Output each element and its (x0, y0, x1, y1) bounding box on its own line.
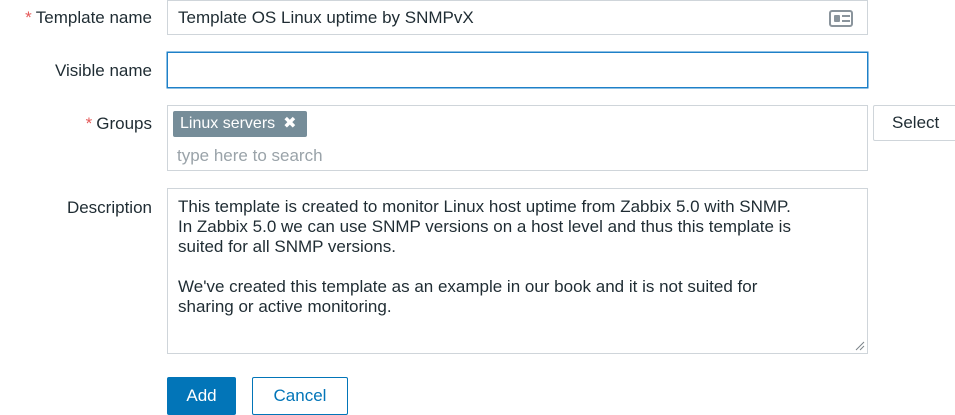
description-textarea[interactable]: This template is created to monitor Linu… (167, 188, 868, 354)
cancel-button[interactable]: Cancel (252, 377, 348, 415)
group-tag-linux-servers: Linux servers ✖ (173, 111, 307, 137)
visible-name-field[interactable] (167, 52, 868, 88)
description-label: Description (66, 198, 152, 217)
resize-grip-icon[interactable] (855, 341, 865, 351)
groups-label: * Groups (85, 114, 152, 133)
remove-tag-icon[interactable]: ✖ (283, 115, 296, 132)
template-name-field[interactable]: Template OS Linux uptime by SNMPvX (167, 0, 868, 35)
groups-select-button[interactable]: Select (873, 105, 955, 141)
groups-multiselect[interactable]: Linux servers ✖ (167, 105, 868, 171)
add-button[interactable]: Add (167, 377, 236, 415)
required-mark: * (85, 114, 93, 133)
template-name-label: * Template name (25, 8, 152, 27)
visible-name-label: Visible name (54, 61, 152, 80)
card-icon[interactable] (829, 10, 853, 27)
template-name-value: Template OS Linux uptime by SNMPvX (178, 8, 474, 27)
groups-search-input[interactable] (177, 145, 857, 167)
description-value: This template is created to monitor Linu… (178, 197, 791, 316)
required-mark: * (25, 8, 32, 27)
group-tag-label: Linux servers (180, 115, 276, 132)
